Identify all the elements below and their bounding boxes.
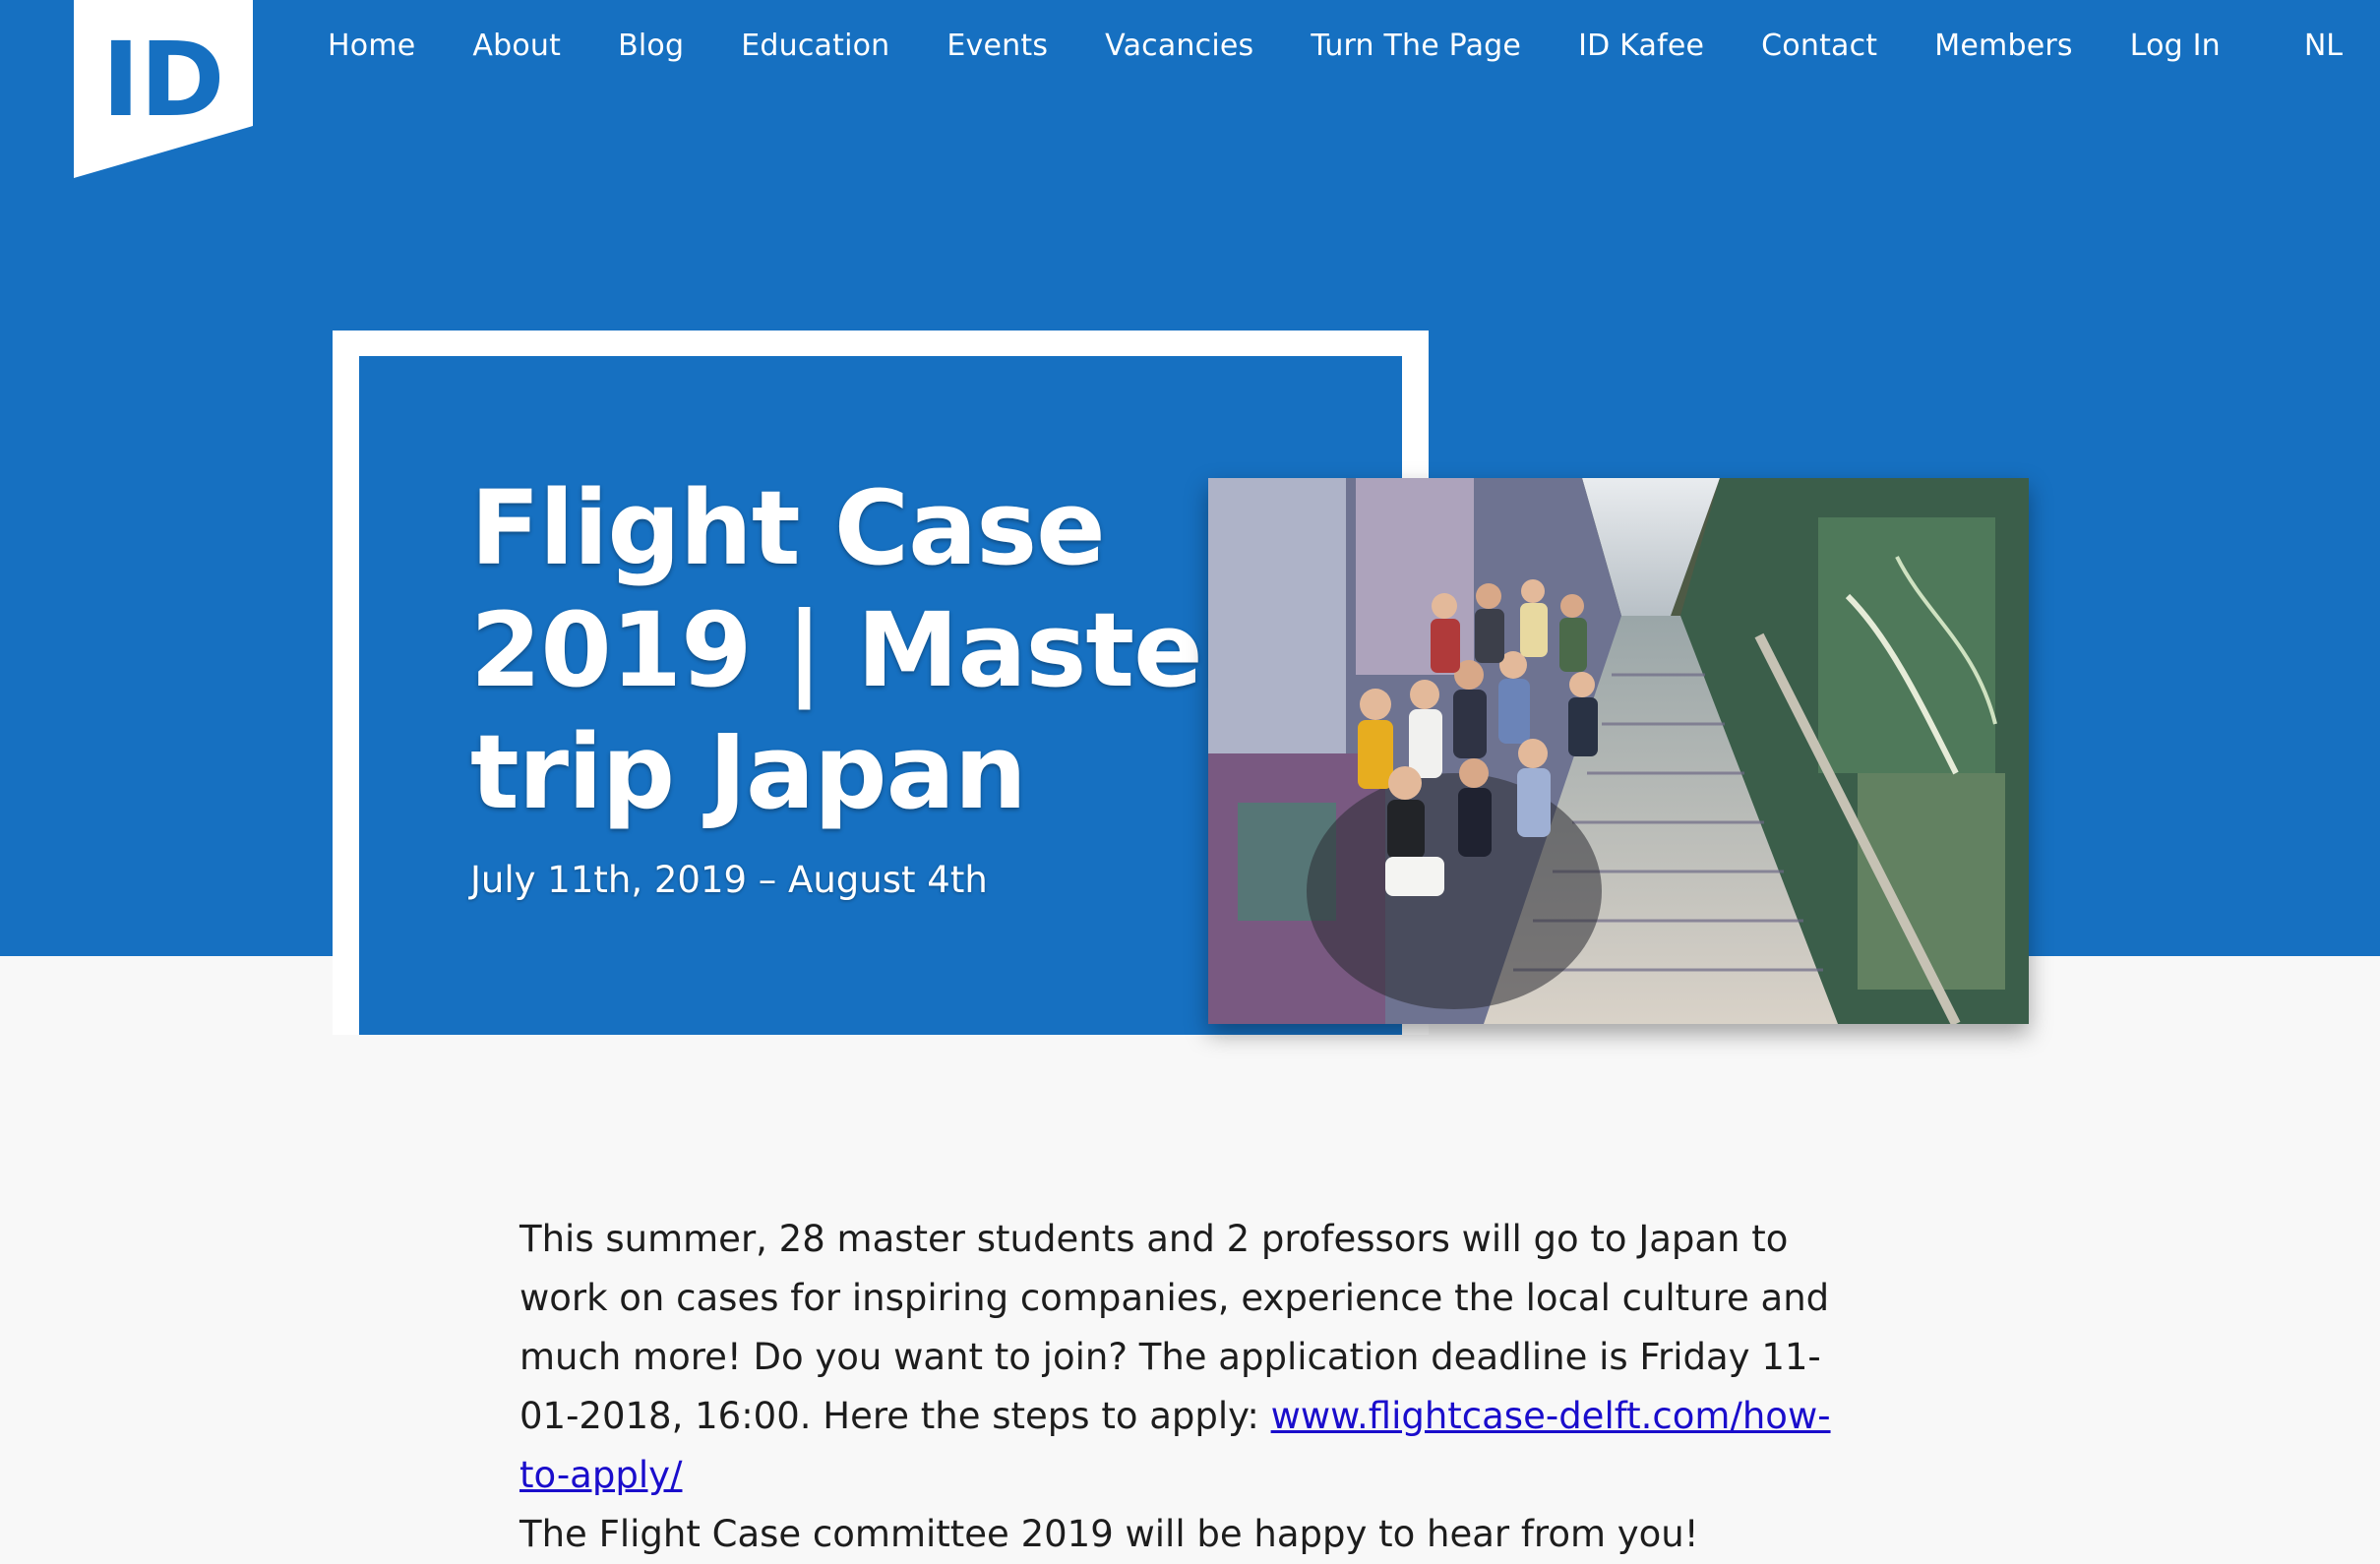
id-logo[interactable]: ID	[74, 0, 253, 178]
main-nav: Home About Blog Education Events Vacanci…	[328, 22, 2278, 71]
group-photo-icon	[1208, 478, 2029, 1024]
nav-item-contact[interactable]: Contact	[1761, 22, 1877, 71]
nav-item-members[interactable]: Members	[1934, 22, 2072, 71]
nav-item-home[interactable]: Home	[328, 22, 415, 71]
hero-photo	[1208, 478, 2029, 1024]
page-title: Flight Case 2019 | Master trip Japan	[470, 468, 1252, 832]
nav-item-vacancies[interactable]: Vacancies	[1105, 22, 1253, 71]
nav-item-turn-the-page[interactable]: Turn The Page	[1311, 22, 1521, 71]
nav-item-events[interactable]: Events	[946, 22, 1048, 71]
nav-item-about[interactable]: About	[472, 22, 561, 71]
svg-text:ID: ID	[101, 20, 224, 140]
id-logo-icon: ID	[74, 0, 253, 178]
nav-item-id-kafee[interactable]: ID Kafee	[1578, 22, 1704, 71]
nav-item-log-in[interactable]: Log In	[2130, 22, 2221, 71]
article-closing: The Flight Case committee 2019 will be h…	[519, 1513, 1699, 1555]
nav-item-blog[interactable]: Blog	[618, 22, 684, 71]
article-body: This summer, 28 master students and 2 pr…	[519, 1210, 1848, 1564]
nav-item-education[interactable]: Education	[741, 22, 889, 71]
language-switch[interactable]: NL	[2304, 22, 2343, 71]
event-date: July 11th, 2019 – August 4th	[470, 859, 988, 901]
